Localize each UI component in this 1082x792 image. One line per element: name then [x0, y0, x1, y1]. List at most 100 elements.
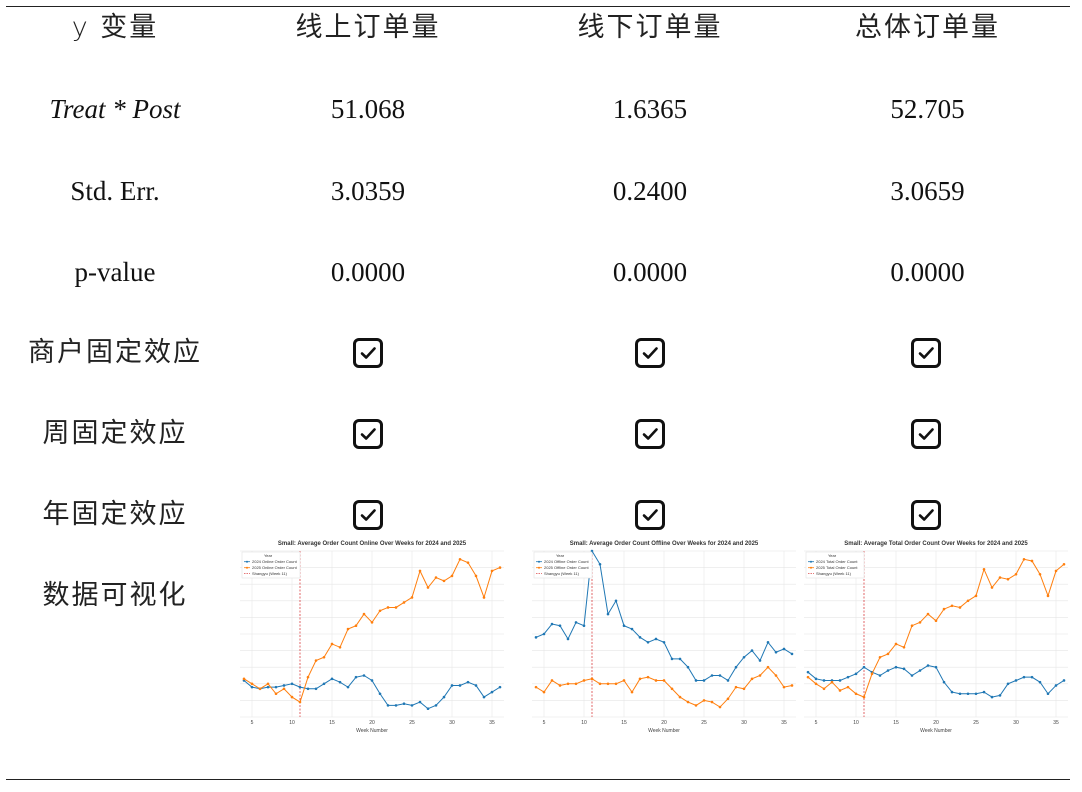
data-point [630, 690, 634, 694]
data-point [886, 652, 890, 656]
data-point [926, 612, 930, 616]
legend-marker [810, 560, 812, 563]
data-point [606, 612, 610, 616]
data-point [402, 702, 406, 706]
data-point [434, 576, 438, 579]
data-point [542, 632, 546, 636]
merchant-fe-offline-checkbox-icon [635, 338, 665, 368]
data-point [378, 609, 382, 613]
data-point [1014, 679, 1018, 682]
data-point [394, 704, 398, 707]
data-point [894, 665, 898, 669]
row-label-week-fe: 周固定效应 [42, 418, 188, 449]
data-point [498, 566, 502, 569]
data-point [838, 689, 842, 692]
x-tick-label: 30 [1013, 720, 1019, 726]
data-point [402, 601, 406, 604]
data-point [354, 675, 358, 679]
data-point [306, 687, 310, 691]
data-point [654, 637, 658, 641]
merchant-fe-total-checkbox-icon [911, 338, 941, 368]
data-point [474, 684, 478, 687]
data-point [250, 682, 254, 686]
data-point [1062, 562, 1066, 566]
data-point [822, 687, 826, 691]
data-point [482, 695, 486, 699]
data-point [950, 690, 954, 694]
data-point [362, 674, 366, 677]
legend-entry: 2025 Online Order Count [252, 565, 298, 570]
table-bottom-rule [6, 779, 1070, 780]
data-point [726, 697, 730, 701]
data-point [950, 604, 954, 608]
data-point [458, 684, 462, 687]
week-fe-total-checkbox-icon [911, 419, 941, 449]
table-top-rule [6, 6, 1070, 7]
legend-entry: 2024 Total Order Count [816, 559, 858, 564]
x-tick-label: 5 [251, 720, 254, 726]
row-label-data-viz: 数据可视化 [42, 580, 188, 611]
data-point [474, 574, 478, 578]
week-fe-offline-checkbox-icon [635, 419, 665, 449]
data-point [694, 679, 698, 682]
legend-entry: 2024 Online Order Count [252, 559, 298, 564]
data-point [566, 682, 570, 686]
data-point [574, 621, 578, 624]
legend-title: Year [828, 553, 837, 558]
data-point [258, 687, 262, 691]
data-point [314, 659, 318, 662]
data-point [822, 679, 826, 682]
data-point [426, 707, 430, 710]
header-offline-orders: 线下订单量 [577, 12, 723, 43]
x-tick-label: 35 [489, 720, 495, 726]
data-point [282, 684, 286, 687]
x-tick-label: 20 [369, 720, 375, 726]
data-point [450, 574, 454, 578]
data-point [806, 670, 810, 674]
data-point [974, 594, 978, 598]
data-point [314, 687, 318, 691]
data-point [862, 695, 866, 699]
data-point [362, 612, 366, 616]
data-point [1022, 675, 1026, 679]
data-point [1062, 679, 1066, 682]
data-point [982, 690, 986, 694]
data-point [814, 677, 818, 681]
legend-title: Year [556, 553, 565, 558]
legend-marker [246, 566, 248, 569]
pvalue-offline: 0.0000 [612, 257, 688, 287]
data-point [990, 586, 994, 589]
x-tick-label: 10 [581, 720, 587, 726]
data-point [290, 695, 294, 699]
data-point [346, 627, 350, 631]
data-point [434, 704, 438, 707]
data-point [654, 679, 658, 682]
legend-marker [538, 566, 540, 569]
data-point [1006, 577, 1010, 581]
data-point [322, 682, 326, 686]
data-point [490, 690, 494, 694]
data-point [958, 692, 962, 696]
data-point [534, 685, 538, 689]
data-point [702, 679, 706, 682]
data-point [902, 645, 906, 649]
data-point [598, 682, 602, 686]
data-point [718, 674, 722, 677]
data-point [338, 645, 342, 649]
data-point [646, 675, 650, 679]
data-point [662, 641, 666, 644]
data-point [582, 679, 586, 682]
data-point [678, 657, 682, 661]
data-point [878, 655, 882, 659]
data-point [386, 606, 390, 609]
data-point [910, 674, 914, 677]
data-point [750, 649, 754, 652]
x-tick-label: 15 [329, 720, 335, 726]
merchant-fe-online-checkbox-icon [353, 338, 383, 368]
data-point [498, 685, 502, 689]
chart-title: Small: Average Total Order Count Over We… [844, 541, 1028, 547]
x-tick-label: 25 [973, 720, 979, 726]
stderr-offline: 0.2400 [612, 176, 688, 206]
data-point [566, 637, 570, 641]
data-point [790, 684, 794, 687]
